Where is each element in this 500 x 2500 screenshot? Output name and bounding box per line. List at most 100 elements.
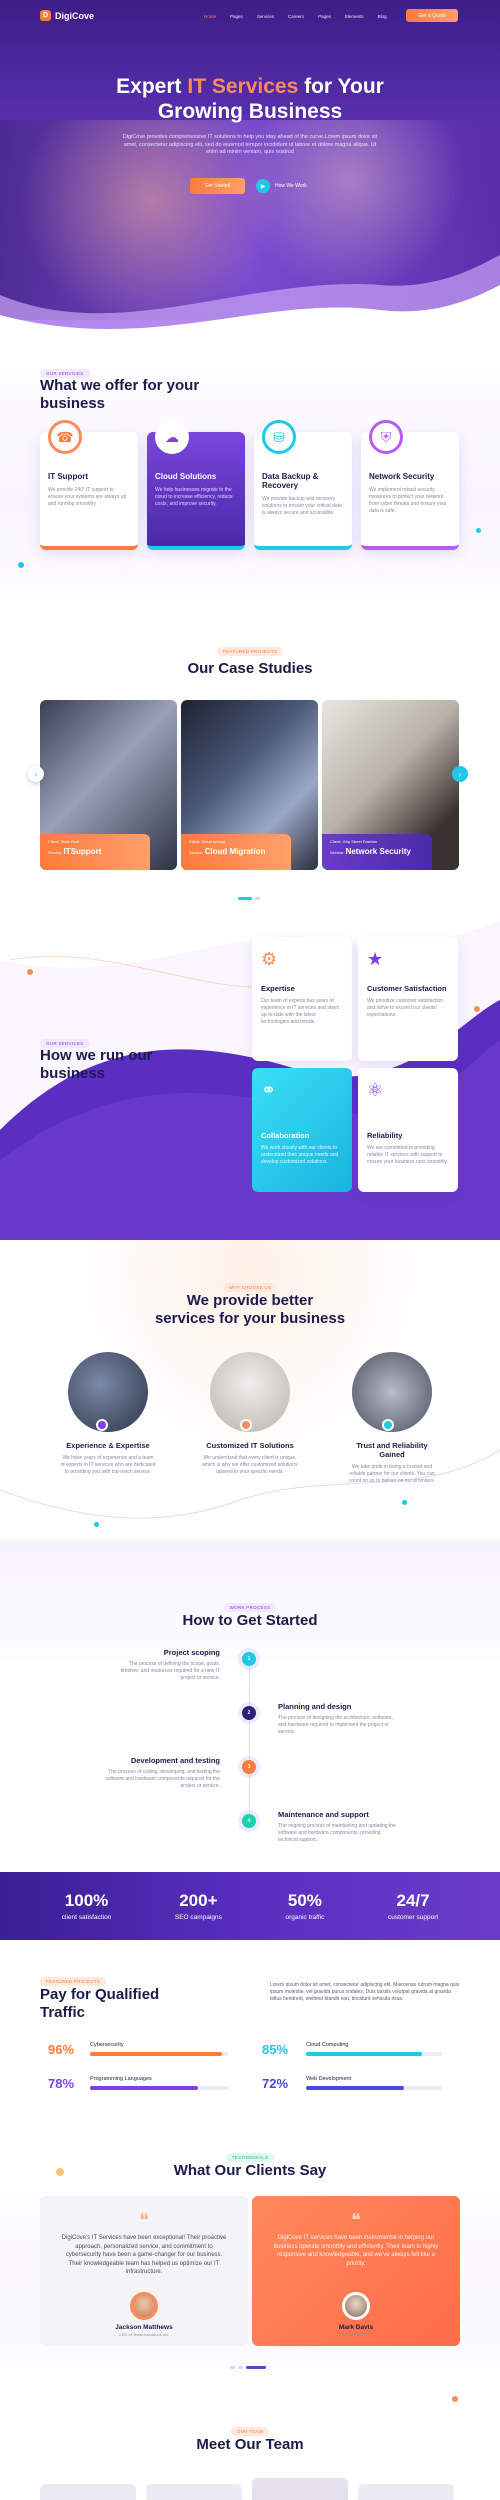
- process-card-reliability[interactable]: ⚛ Reliability We are committed to provid…: [358, 1068, 458, 1192]
- skills-title-line1: Pay for Qualified: [40, 1986, 160, 2003]
- why-badge-icon: [240, 1419, 252, 1431]
- nav-pages-2[interactable]: Pages: [318, 14, 331, 19]
- steps-title: How to Get Started: [182, 1612, 318, 1629]
- shield-icon: ⛨: [369, 420, 403, 454]
- nav-blog[interactable]: Blog: [378, 14, 387, 19]
- step-node: 3: [242, 1760, 256, 1774]
- skill-bar: [306, 2052, 442, 2056]
- why-badge-icon: [382, 1419, 394, 1431]
- team-title: Meet Our Team: [196, 2436, 304, 2453]
- service-card-it-support[interactable]: ☎ IT Support We provide 24/7 IT support …: [40, 420, 138, 550]
- step-item: Maintenance and support The ongoing proc…: [278, 1810, 398, 1844]
- handshake-icon: ⚭: [261, 1080, 277, 1100]
- author-role: CEO of Data Ecor: [339, 2332, 372, 2337]
- team-card[interactable]: [358, 2484, 454, 2500]
- case-card[interactable]: Client: Cloud surfing Service: Cloud Mig…: [181, 700, 318, 870]
- case-card[interactable]: Client: Tesla Stuff Service: ITSupport: [40, 700, 177, 870]
- why-title-line1: We provide better: [186, 1292, 314, 1309]
- quote-icon: ❝: [351, 2210, 361, 2230]
- stat-value: 200+: [179, 1891, 218, 1910]
- team-card[interactable]: [146, 2484, 242, 2500]
- step-node: 4: [242, 1814, 256, 1828]
- stat-label: organic traffic: [285, 1914, 325, 1921]
- skill-item: 96% Cybersecurity: [48, 2042, 228, 2062]
- carousel-dot-active[interactable]: [246, 2366, 266, 2369]
- play-icon: ▶: [256, 179, 270, 193]
- process-title: How we run our business: [40, 1047, 153, 1083]
- author-name: Mark Davis: [338, 2324, 374, 2331]
- skills-title-line2: Traffic: [40, 2004, 86, 2021]
- testimonial-dots: [230, 2366, 266, 2369]
- brand-logo[interactable]: D DigiCove: [40, 10, 94, 21]
- stat-label: SEO campaigns: [174, 1914, 222, 1921]
- decor-dot: [18, 562, 24, 568]
- service-card-network[interactable]: ⛨ Network Security We implement robust s…: [361, 420, 459, 550]
- nav-careers[interactable]: Careers: [288, 14, 304, 19]
- case-service: Cloud Migration: [204, 847, 266, 856]
- step-text: The process of designing the architectur…: [278, 1715, 393, 1735]
- service-card-title: Cloud Solutions: [155, 472, 217, 481]
- service-card-cloud[interactable]: ☁ Cloud Solutions We help businesses mig…: [147, 420, 245, 550]
- service-card-backup[interactable]: ⛁ Data Backup & Recovery We provide back…: [254, 420, 352, 550]
- testimonial-author: Mark Davis CEO of Data Ecor: [296, 2324, 416, 2337]
- headset-icon: ☎: [48, 420, 82, 454]
- skill-label: Cybersecurity: [90, 2042, 124, 2048]
- why-title-line2: services for your business: [154, 1310, 346, 1327]
- nav-elements[interactable]: Elements: [345, 14, 364, 19]
- step-text: The process of coding, developing, and t…: [105, 1769, 220, 1789]
- process-card-satisfaction[interactable]: ★ Customer Satisfaction We prioritize cu…: [358, 937, 458, 1061]
- process-card-expertise[interactable]: ⚙ Expertise Our team of experts has year…: [252, 937, 352, 1061]
- why-item-title: Experience & Expertise: [66, 1441, 150, 1450]
- get-quote-button[interactable]: Get a Quote: [406, 9, 458, 22]
- skill-bar-fill: [306, 2052, 422, 2056]
- nav-services[interactable]: Services: [257, 14, 274, 19]
- brand-name: DigiCove: [55, 10, 95, 21]
- carousel-dot[interactable]: [230, 2366, 235, 2369]
- skill-percent: 85%: [262, 2042, 289, 2057]
- stat-label: client satisfaction: [61, 1914, 112, 1921]
- process-card-text: We are committed to providing reliable I…: [367, 1145, 449, 1165]
- skill-percent: 72%: [262, 2076, 289, 2091]
- cases-tag-wrap: Featured Projects: [0, 640, 500, 658]
- hero-title: Expert IT Services for Your Growing Busi…: [0, 74, 500, 124]
- team-card[interactable]: [252, 2478, 348, 2500]
- stat-item: 100% client satisfaction: [62, 1891, 112, 1921]
- step-node: 1: [242, 1652, 256, 1666]
- why-item: Trust and Reliability Gained We take pri…: [344, 1441, 440, 1485]
- offer-title-line1: What we offer for your: [40, 377, 200, 394]
- nav-pages[interactable]: Pages: [230, 14, 243, 19]
- why-item-title: Customized IT Solutions: [206, 1441, 294, 1450]
- decor-dot: [474, 1006, 480, 1012]
- step-title: Maintenance and support: [278, 1810, 369, 1819]
- step-item: Development and testing The process of c…: [105, 1756, 220, 1790]
- service-card-text: We help businesses migrate to the cloud …: [155, 487, 233, 507]
- why-photo: [68, 1352, 148, 1432]
- case-service-label: Service:: [189, 850, 204, 855]
- service-card-title: Network Security: [369, 472, 435, 481]
- logo-mark: D: [40, 10, 51, 21]
- process-card-collaboration[interactable]: ⚭ Collaboration We work closely with our…: [252, 1068, 352, 1192]
- chevron-left-icon[interactable]: ‹: [28, 766, 44, 782]
- case-card[interactable]: Client: Grip Street Fashion Service: Net…: [322, 700, 459, 870]
- how-we-work-link[interactable]: ▶ How We Work: [256, 179, 307, 193]
- decor-dot: [402, 1500, 407, 1505]
- get-started-button[interactable]: Get Started: [190, 178, 245, 194]
- case-client-label: Client:: [48, 839, 60, 844]
- offer-title-line2: business: [40, 395, 106, 412]
- case-client: Cloud surfing: [201, 839, 226, 844]
- hero-description: DigiCove provides comprehensive IT solut…: [122, 134, 378, 155]
- step-title: Development and testing: [130, 1756, 220, 1765]
- process-card-text: We prioritize customer satisfaction and …: [367, 998, 444, 1018]
- why-item-text: We understand that every client is uniqu…: [202, 1455, 298, 1475]
- stat-item: 200+ SEO campaigns: [175, 1891, 222, 1921]
- case-label: Client: Tesla Stuff Service: ITSupport: [40, 834, 150, 870]
- chevron-right-icon[interactable]: ›: [452, 766, 468, 782]
- team-card[interactable]: [40, 2484, 136, 2500]
- case-label: Client: Cloud surfing Service: Cloud Mig…: [181, 834, 291, 870]
- decor-dot: [94, 1522, 99, 1527]
- avatar: [342, 2292, 370, 2320]
- process-card-title: Expertise: [261, 984, 295, 993]
- carousel-dot[interactable]: [238, 2366, 243, 2369]
- skill-bar: [90, 2086, 228, 2090]
- nav-home[interactable]: Home: [204, 14, 216, 19]
